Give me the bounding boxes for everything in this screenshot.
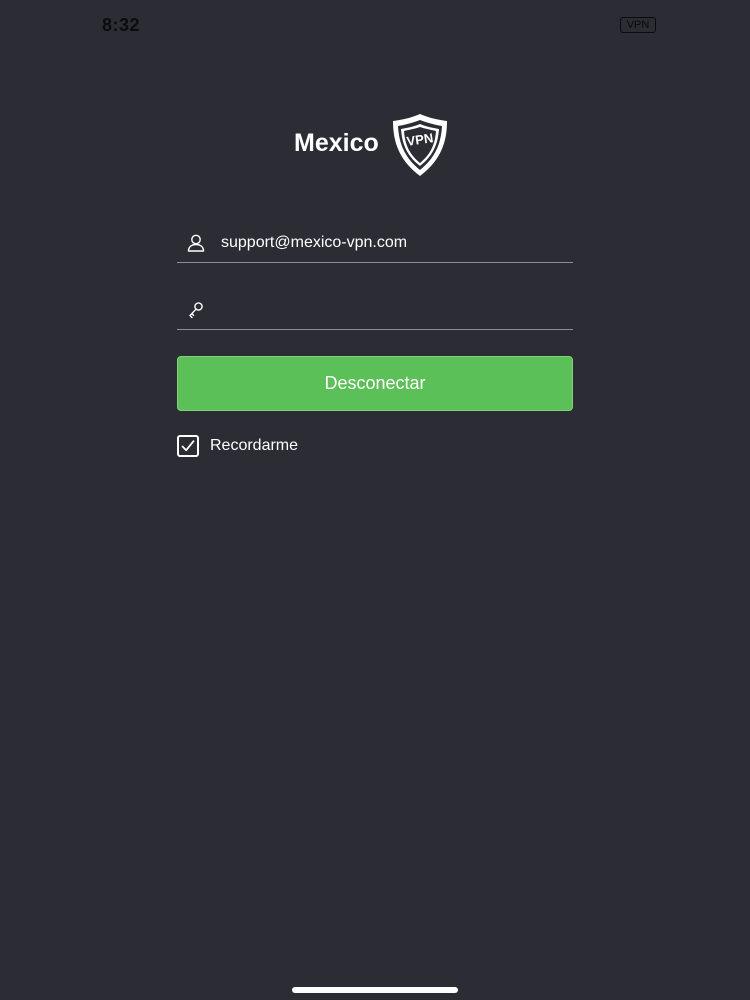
logo-title: Mexico (294, 129, 379, 157)
user-icon (187, 234, 205, 252)
password-input[interactable] (221, 299, 561, 321)
checkmark-icon (181, 440, 195, 452)
disconnect-button[interactable]: Desconectar (177, 356, 573, 411)
remember-me-option[interactable]: Recordarme (177, 434, 298, 458)
username-input[interactable] (221, 232, 561, 254)
remember-me-checkbox[interactable] (177, 435, 199, 457)
shield-icon: VPN (392, 114, 447, 176)
username-field[interactable] (177, 220, 573, 263)
password-field[interactable] (177, 287, 573, 330)
remember-me-label: Recordarme (210, 437, 299, 454)
vpn-status-badge: VPN (620, 17, 656, 33)
app-logo: Mexico VPN (294, 112, 451, 178)
key-icon (189, 302, 203, 319)
status-bar: 8:32 VPN (0, 0, 750, 50)
home-indicator[interactable] (292, 987, 458, 993)
status-time: 8:32 (102, 15, 141, 35)
